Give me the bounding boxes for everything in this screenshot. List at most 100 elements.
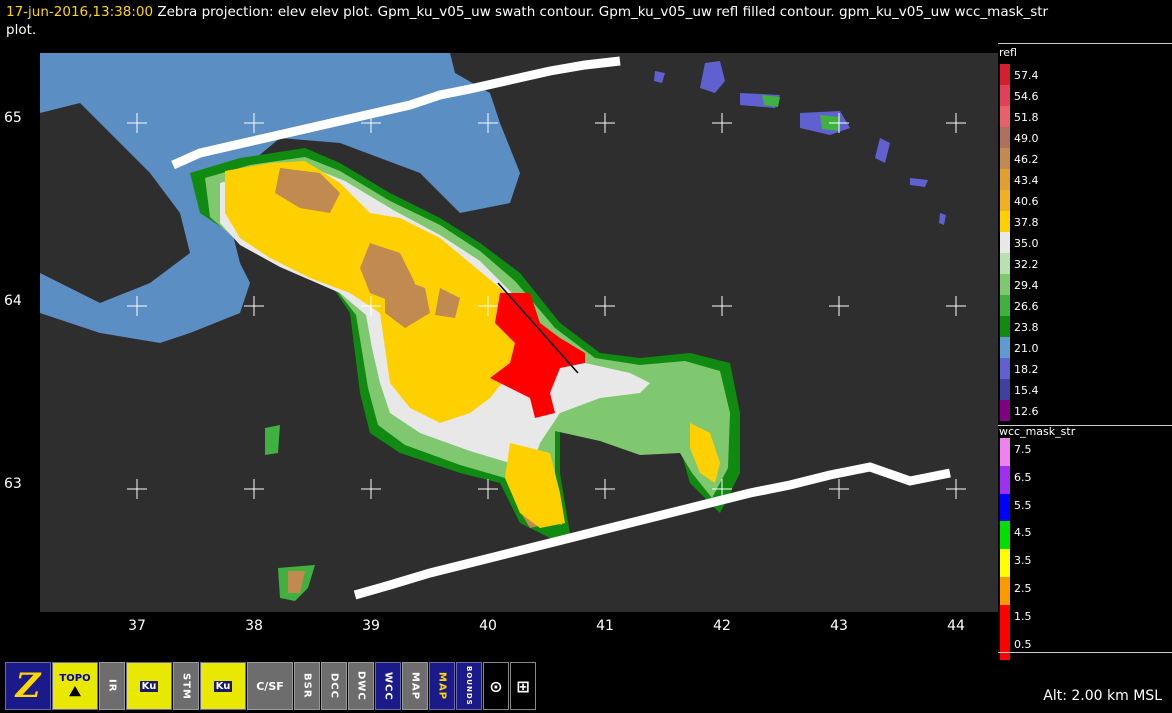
timestamp: 17-jun-2016,13:38:00: [6, 4, 154, 20]
legend-wcc-title: wcc_mask_str: [999, 425, 1076, 438]
legend-wcc-label: 5.5: [1014, 498, 1032, 512]
x-tick-42: 42: [713, 618, 731, 634]
legend-refl-label: 54.6: [1014, 90, 1039, 103]
legend-refl-label: 29.4: [1014, 279, 1039, 292]
bounds-button[interactable]: BOUNDS: [456, 662, 482, 710]
csf-button[interactable]: C/SF: [247, 662, 293, 710]
legend-refl-swatch: [1000, 295, 1010, 316]
legend-refl-label: 51.8: [1014, 111, 1039, 124]
legend-refl-label: 21.0: [1014, 342, 1039, 355]
x-tick-37: 37: [128, 618, 146, 634]
small-cells-northeast: [654, 61, 946, 225]
plot-description: Zebra projection: elev elev plot. Gpm_ku…: [153, 4, 1049, 20]
swath-boundary-south: [353, 462, 951, 600]
map-button[interactable]: MAP: [402, 662, 428, 710]
map-canvas[interactable]: [40, 53, 998, 612]
ku-vs-label: Ku: [213, 680, 233, 692]
legend-wcc-label: 4.5: [1014, 526, 1032, 540]
legend-refl-swatch: [1000, 379, 1010, 400]
toolbar: Z TOPO ⛰ IR Ku STM Ku C/SF BSR DCC DWC W…: [5, 662, 536, 710]
x-tick-40: 40: [479, 618, 497, 634]
legend-refl-label: 57.4: [1014, 69, 1039, 82]
legend-wcc-swatch: [1000, 438, 1010, 466]
legend-wcc-swatch: [1000, 632, 1010, 661]
zebra-logo-button[interactable]: Z: [5, 662, 51, 710]
map-plot[interactable]: [40, 53, 998, 612]
legend-refl-swatch: [1000, 106, 1010, 127]
legend-wcc-label: 6.5: [1014, 470, 1032, 484]
legend-refl-swatch: [1000, 85, 1010, 106]
bounds-label: BOUNDS: [465, 666, 473, 706]
wcc-button[interactable]: WCC: [375, 662, 401, 710]
ku-button[interactable]: Ku: [126, 662, 172, 710]
radar-circle-icon: ⊙: [489, 676, 503, 696]
legend-refl-title: refl: [999, 46, 1017, 59]
topo-icon: ⛰: [69, 683, 81, 700]
legend-wcc-label: 3.5: [1014, 554, 1032, 568]
zebra-z-icon: Z: [15, 666, 41, 706]
x-tick-43: 43: [830, 618, 848, 634]
dwc-label: DWC: [355, 671, 367, 701]
legend-refl-swatch: [1000, 127, 1010, 148]
legend-separator-bottom: [998, 652, 1172, 653]
legend-refl-label: 37.8: [1014, 216, 1039, 229]
dwc-button[interactable]: DWC: [348, 662, 374, 710]
legend-refl-swatch: [1000, 253, 1010, 274]
topo-button[interactable]: TOPO ⛰: [52, 662, 98, 710]
map-label: MAP: [409, 671, 421, 701]
legend-refl-label: 26.6: [1014, 300, 1039, 313]
title-bar: 17-jun-2016,13:38:00 Zebra projection: e…: [0, 0, 1172, 44]
legend-refl-swatch: [1000, 232, 1010, 253]
legend-refl-label: 46.2: [1014, 153, 1039, 166]
y-tick-65: 65: [4, 110, 22, 126]
plot-description-cont: plot.: [6, 22, 37, 38]
legend-wcc-swatch: [1000, 521, 1010, 550]
legend-refl-label: 18.2: [1014, 363, 1039, 376]
legend-refl-label: 40.6: [1014, 195, 1039, 208]
map2-label: MAP: [436, 671, 448, 701]
y-tick-63: 63: [4, 476, 22, 492]
x-tick-41: 41: [596, 618, 614, 634]
legend-wcc-label: 0.5: [1014, 637, 1032, 651]
y-tick-64: 64: [4, 293, 22, 309]
legend-refl-label: 15.4: [1014, 384, 1039, 397]
legend-refl-label: 35.0: [1014, 237, 1039, 250]
legend-wcc-swatch: [1000, 493, 1010, 522]
legend-refl-swatch: [1000, 148, 1010, 169]
x-tick-44: 44: [947, 618, 965, 634]
legend-refl-label: 23.8: [1014, 321, 1039, 334]
legend-refl-swatch: [1000, 211, 1010, 232]
altitude-readout: Alt: 2.00 km MSL: [1043, 688, 1162, 704]
ku-vs-button[interactable]: Ku: [200, 662, 246, 710]
legend-refl-swatch: [1000, 358, 1010, 379]
legend-refl-swatch: [1000, 274, 1010, 295]
stm-button[interactable]: STM: [173, 662, 199, 710]
map2-button[interactable]: MAP: [429, 662, 455, 710]
legend-refl-swatch: [1000, 337, 1010, 358]
grid-icon: ⊞: [516, 676, 530, 696]
x-tick-38: 38: [245, 618, 263, 634]
legend-wcc-swatch: [1000, 604, 1010, 633]
legend-refl-label: 49.0: [1014, 132, 1039, 145]
x-tick-39: 39: [362, 618, 380, 634]
radar-toggle-button[interactable]: ⊙: [483, 662, 509, 710]
stm-label: STM: [180, 672, 192, 700]
topo-label: TOPO: [59, 672, 91, 684]
csf-label: C/SF: [256, 679, 284, 693]
grid-toggle-button[interactable]: ⊞: [510, 662, 536, 710]
legend-refl-swatch: [1000, 400, 1010, 421]
dcc-label: DCC: [328, 673, 340, 699]
dcc-button[interactable]: DCC: [321, 662, 347, 710]
bsr-label: BSR: [301, 673, 313, 699]
legend-wcc-label: 1.5: [1014, 609, 1032, 623]
legend-wcc-swatch: [1000, 465, 1010, 494]
legend-separator-top: [998, 43, 1172, 44]
wcc-label: WCC: [382, 671, 394, 701]
bsr-button[interactable]: BSR: [294, 662, 320, 710]
ir-button[interactable]: IR: [99, 662, 125, 710]
legend-wcc-label: 7.5: [1014, 443, 1032, 456]
legend-refl-swatch: [1000, 190, 1010, 211]
legend-wcc-swatch: [1000, 549, 1010, 577]
small-cell-west: [265, 425, 280, 455]
legend-wcc-label: 2.5: [1014, 582, 1032, 595]
